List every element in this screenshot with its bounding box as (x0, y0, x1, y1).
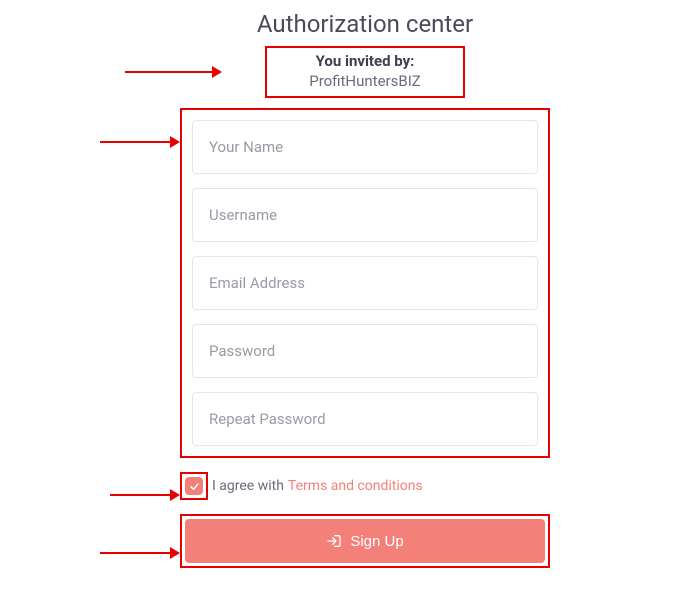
annotation-arrow (110, 494, 178, 496)
signup-form: Authorization center You invited by: Pro… (180, 10, 550, 568)
invited-by-label: You invited by: (291, 52, 439, 70)
login-icon (326, 533, 342, 549)
signup-button-label: Sign Up (350, 533, 403, 550)
name-field[interactable]: Your Name (192, 120, 538, 174)
repeat-password-field[interactable]: Repeat Password (192, 392, 538, 446)
agree-text: I agree with (212, 478, 284, 494)
agree-row: I agree with Terms and conditions (180, 472, 550, 500)
password-field[interactable]: Password (192, 324, 538, 378)
fields-group: Your Name Username Email Address Passwor… (180, 108, 550, 458)
username-field[interactable]: Username (192, 188, 538, 242)
page-title: Authorization center (180, 10, 550, 38)
check-icon (189, 481, 200, 492)
invited-by-box: You invited by: ProfitHuntersBIZ (265, 46, 465, 98)
terms-link[interactable]: Terms and conditions (288, 478, 423, 494)
annotation-box: Sign Up (180, 514, 550, 568)
annotation-box (180, 472, 208, 500)
email-field[interactable]: Email Address (192, 256, 538, 310)
signup-button[interactable]: Sign Up (185, 519, 545, 563)
annotation-arrow (100, 552, 178, 554)
invited-by-name: ProfitHuntersBIZ (291, 72, 439, 90)
annotation-arrow (100, 141, 178, 143)
agree-checkbox[interactable] (185, 477, 203, 495)
